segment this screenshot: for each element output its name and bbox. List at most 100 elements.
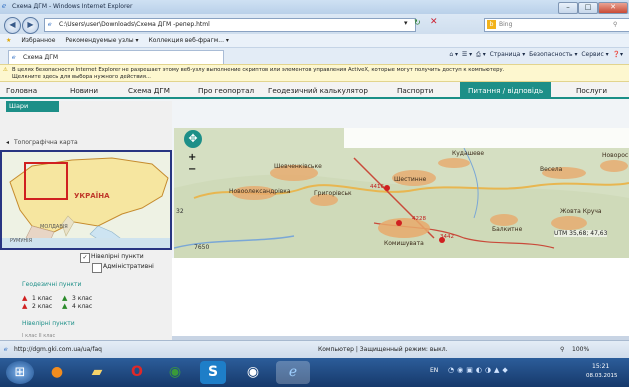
folder-icon[interactable]: ▰ <box>84 361 110 384</box>
legend-geo-title: Геодезичні пункти <box>22 281 82 288</box>
security-infobar[interactable]: ⚠ В целях безопасности Internet Explorer… <box>0 64 629 82</box>
tab-icon: ℯ <box>12 54 16 61</box>
favorites-button[interactable]: Избранное <box>21 37 55 44</box>
page-body <box>172 258 629 340</box>
back-button[interactable]: ◀ <box>4 17 21 34</box>
menu-calculator[interactable]: Геодезичний калькулятор <box>268 86 368 95</box>
mark-3442: 3442 <box>440 234 454 240</box>
coordinate-readout: UTM 35,68; 47,63 <box>554 230 608 237</box>
zoom-in-button[interactable]: + <box>188 152 196 163</box>
tab-active[interactable]: ℯ Схема ДГМ <box>8 50 224 65</box>
place-vesela: Весела <box>540 166 563 173</box>
clock-time[interactable]: 15:21 <box>592 363 609 370</box>
overview-map[interactable]: УКРАЇНА МОЛДАВІЯ РУМУНІЯ <box>0 150 172 250</box>
favorites-item-gallery[interactable]: Коллекция веб-фрагм... ▾ <box>148 37 228 44</box>
layer-section-title[interactable]: Топографічна карта <box>14 139 78 146</box>
maximize-button[interactable]: □ <box>578 2 598 14</box>
ukraine-label: УКРАЇНА <box>74 192 110 200</box>
home-icon[interactable]: ⌂ ▾ <box>449 51 458 58</box>
pan-control-icon[interactable]: ✥ <box>184 130 202 148</box>
place-komyshuvata: Комишувата <box>384 240 424 247</box>
place-shevchenkivske: Шевченківське <box>274 163 322 170</box>
feeds-icon[interactable]: ☰ ▾ <box>462 51 472 58</box>
legend-panel: ✓ Нівелірні пункти Адміністративні Геоде… <box>0 250 172 340</box>
site-menu: Головна Новини Схема ДГМ Про геопортал Г… <box>0 82 629 99</box>
start-button[interactable]: ⊞ <box>6 361 34 384</box>
favorites-item-recommended[interactable]: Рекомендуемые узлы ▾ <box>65 37 138 44</box>
refresh-icon[interactable]: ↻ <box>414 18 421 27</box>
map-bottom-mark: 7650 <box>194 244 210 251</box>
map-edge-mark: 32 <box>176 208 184 215</box>
opera-icon[interactable]: O <box>124 361 150 384</box>
main-map[interactable]: ✥ + − 32 7650 Шевченківське Новоолександ… <box>174 128 629 258</box>
menu-home[interactable]: Головна <box>6 86 37 95</box>
place-zhovta-krucha: Жовта Круча <box>560 208 602 215</box>
favorites-bar: ★ Избранное Рекомендуемые узлы ▾ Коллекц… <box>0 34 629 48</box>
place-novooleksandrivka: Новоолександрівка <box>229 188 291 195</box>
menu-faq[interactable]: Питання / відповідь <box>460 82 552 99</box>
cmd-security[interactable]: Безопасность ▾ <box>529 51 577 58</box>
search-input[interactable]: b Bing ⚲ <box>484 18 629 32</box>
star-icon[interactable]: ★ <box>6 37 11 44</box>
menu-news[interactable]: Новини <box>70 86 98 95</box>
romania-label: РУМУНІЯ <box>10 238 33 244</box>
zoom-level[interactable]: 100% <box>572 341 589 358</box>
legend-class-3: 3 клас <box>72 295 93 302</box>
page-icon: ℯ <box>48 21 52 28</box>
zoom-out-button[interactable]: − <box>188 164 196 175</box>
place-hryhorivsk: Григорівськ <box>314 190 352 197</box>
legend-level-title: Нівелірні пункти <box>22 320 75 327</box>
menu-about[interactable]: Про геопортал <box>198 86 254 95</box>
layers-button[interactable]: Шари <box>6 101 59 112</box>
legend-class-4: 4 клас <box>72 303 93 310</box>
triangle-red-icon-2: ▲ <box>22 302 28 310</box>
viewport-frame[interactable] <box>24 162 68 200</box>
search-icon[interactable]: ⚲ <box>613 19 617 30</box>
menu-scheme[interactable]: Схема ДГМ <box>128 86 170 95</box>
ie-taskbar-icon[interactable]: ℯ <box>276 361 310 384</box>
window-title: Схема ДГМ - Windows Internet Explorer <box>12 3 133 10</box>
place-novoros: Новорос <box>602 152 629 159</box>
clock-date[interactable]: 08.03.2015 <box>586 373 618 379</box>
help-icon[interactable]: ❓▾ <box>613 51 623 58</box>
url-input[interactable]: ℯ C:\Users\user\Downloads\Схема ДГМ -реп… <box>44 18 416 32</box>
zoom-icon[interactable]: ⚲ <box>560 341 564 358</box>
chrome-icon[interactable]: ◉ <box>162 361 188 384</box>
checkbox-admin[interactable] <box>92 263 102 273</box>
cmd-tools[interactable]: Сервис ▾ <box>581 51 608 58</box>
menu-passports[interactable]: Паспорти <box>397 86 433 95</box>
status-url: http://dgm.gki.com.ua/ua/faq <box>14 346 102 353</box>
expand-icon[interactable]: ◂ <box>6 139 9 146</box>
stop-icon[interactable]: ✕ <box>430 17 438 27</box>
close-window-button[interactable]: ✕ <box>598 2 628 14</box>
minimize-button[interactable]: – <box>558 2 578 14</box>
forward-button[interactable]: ▶ <box>22 17 39 34</box>
legend-level-items: I клас II клас <box>22 333 56 339</box>
address-toolbar: ◀ ▶ ℯ C:\Users\user\Downloads\Схема ДГМ … <box>0 14 629 34</box>
infobar-text-2: Щелкните здесь для выбора нужного действ… <box>12 74 151 80</box>
moldova-label: МОЛДАВІЯ <box>40 224 68 230</box>
triangle-red-icon: ▲ <box>22 294 28 302</box>
status-bar: ℯ http://dgm.gki.com.ua/ua/faq Компьютер… <box>0 340 629 358</box>
cmd-page[interactable]: Страница ▾ <box>490 51 526 58</box>
dropdown-icon[interactable]: ▾ <box>404 19 408 27</box>
checkbox-admin-label: Адміністративні <box>103 263 154 270</box>
bing-icon: b <box>487 20 496 29</box>
media-icon[interactable]: ◉ <box>240 361 266 384</box>
status-zone: Компьютер | Защищенный режим: выкл. <box>318 346 448 353</box>
language-indicator[interactable]: EN <box>430 367 438 374</box>
mark-4416: 4416 <box>370 184 384 190</box>
menu-services[interactable]: Послуги <box>576 86 607 95</box>
tray-icons[interactable]: ◔◉▣◐◑▲◆ <box>448 366 511 374</box>
tab-row: ℯ Схема ДГМ ⌂ ▾ ☰ ▾ ⎙ ▾ Страница ▾ Безоп… <box>0 48 629 65</box>
checkbox-leveling[interactable]: ✓ <box>80 253 90 263</box>
command-bar: ⌂ ▾ ☰ ▾ ⎙ ▾ Страница ▾ Безопасность ▾ Се… <box>449 51 623 59</box>
url-text: C:\Users\user\Downloads\Схема ДГМ -репер… <box>59 21 210 28</box>
shield-icon: ⚠ <box>3 67 8 73</box>
print-icon[interactable]: ⎙ ▾ <box>476 51 486 58</box>
legend-class-2: 2 клас <box>32 303 53 310</box>
infobar-text-1: В целях безопасности Internet Explorer н… <box>12 67 505 73</box>
skype-icon[interactable]: S <box>200 361 226 384</box>
taskbar: ⊞ ● ▰ O ◉ S ◉ ℯ EN ◔◉▣◐◑▲◆ 15:21 08.03.2… <box>0 358 629 387</box>
firefox-icon[interactable]: ● <box>44 361 70 384</box>
